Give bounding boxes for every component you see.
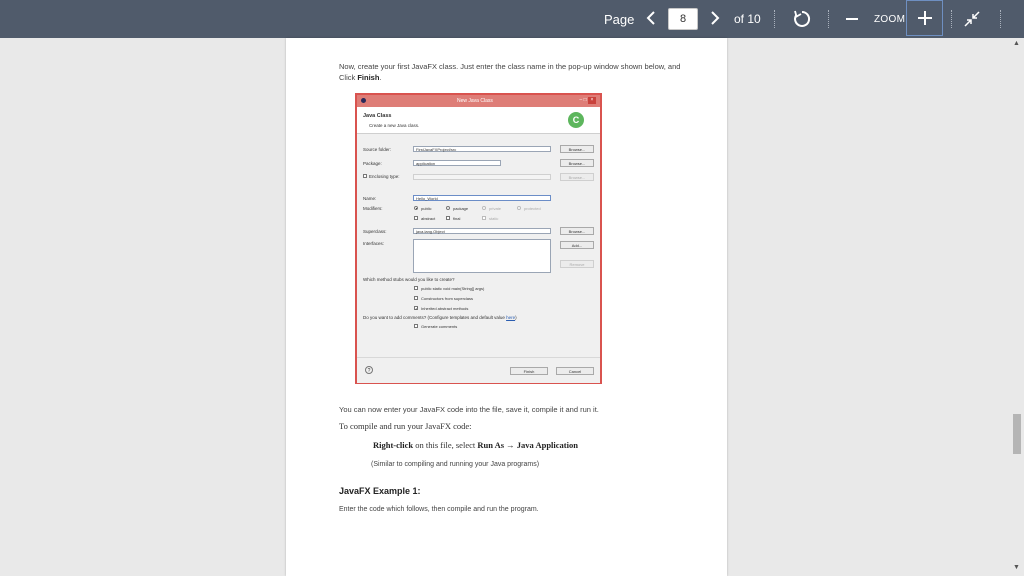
rotate-button[interactable] (792, 9, 812, 29)
public-label: public (421, 206, 432, 211)
minmax-icon: – □ (579, 97, 587, 103)
page-label: Page (604, 12, 635, 27)
superclass-field: java.lang.Object (413, 228, 551, 234)
new-class-icon: C (568, 112, 584, 128)
exit-fullscreen-button[interactable] (964, 11, 980, 27)
collapse-icon (964, 11, 980, 27)
instruction-mid: on this file, select (413, 440, 478, 450)
abstract-label: abstract (421, 216, 436, 221)
scrollbar-thumb[interactable] (1013, 414, 1021, 454)
intro-paragraph: Now, create your first JavaFX class. Jus… (339, 61, 684, 83)
window-controls: – □ × (579, 97, 596, 104)
private-label: private (489, 206, 502, 211)
interfaces-label: Interfaces: (363, 241, 385, 246)
close-icon: × (588, 97, 596, 104)
final-label: final (453, 216, 461, 221)
main-stub-checkbox (414, 286, 418, 290)
dialog-header-title: Java Class (363, 113, 392, 119)
next-page-button[interactable] (706, 8, 724, 30)
comments-question: Do you want to add comments? (Configure … (363, 315, 517, 320)
modifiers-label: Modifiers: (363, 206, 383, 211)
intro-text: Now, create your first JavaFX class. Jus… (339, 62, 681, 82)
help-icon: ? (365, 366, 373, 374)
toolbar-divider (828, 10, 829, 28)
plus-icon (918, 11, 932, 25)
static-label: static (489, 216, 499, 221)
comments-question-text: Do you want to add comments? (Configure … (363, 315, 507, 320)
viewer-toolbar: Page 8 of 10 ZOOM (0, 0, 1024, 38)
eclipse-logo-icon (361, 98, 366, 103)
generate-comments-checkbox (414, 324, 418, 328)
enclosing-type-checkbox (363, 174, 367, 178)
browse-source-button: Browse... (560, 145, 594, 153)
page-count-label: of 10 (734, 12, 761, 26)
remove-interface-button: Remove (560, 260, 594, 268)
page-number-input[interactable]: 8 (668, 8, 698, 30)
enclosing-type-label: Enclosing type: (369, 174, 400, 179)
dialog-title: New Java Class (457, 98, 493, 104)
main-stub-label: public static void main(String[] args) (421, 286, 485, 291)
dialog-header-subtitle: Create a new Java class. (369, 123, 420, 128)
toolbar-divider (951, 10, 952, 28)
rotate-icon (794, 10, 811, 27)
final-checkbox (446, 216, 450, 220)
scroll-up-arrow-icon[interactable]: ▲ (1013, 40, 1020, 47)
browse-package-button: Browse... (560, 159, 594, 167)
source-folder-field: FirstJavaFXProject/src (413, 146, 551, 152)
inherited-methods-label: Inherited abstract methods (421, 306, 469, 311)
compile-instructions: To compile and run your JavaFX code: (339, 421, 472, 431)
browse-enclosing-button: Browse... (560, 173, 594, 181)
generate-comments-label: Generate comments (421, 324, 458, 329)
package-radio (446, 206, 450, 210)
intro-bold: Finish (357, 73, 380, 82)
public-radio (414, 206, 418, 210)
intro-suffix: . (379, 73, 382, 82)
source-folder-label: Source folder: (363, 147, 392, 152)
scroll-down-arrow-icon[interactable]: ▼ (1013, 564, 1020, 571)
example-text: Enter the code which follows, then compi… (339, 506, 539, 513)
enclosing-type-field (413, 174, 551, 180)
package-field: application (413, 160, 501, 166)
new-java-class-dialog-image: New Java Class – □ × Java Class Create a… (355, 93, 602, 384)
private-radio (482, 206, 486, 210)
chevron-left-icon (646, 11, 655, 25)
zoom-in-button[interactable] (906, 0, 943, 36)
inherited-methods-checkbox: ✓ (414, 306, 419, 311)
similar-note: (Similar to compiling and running your J… (371, 461, 540, 468)
constructors-label: Constructors from superclass (421, 296, 474, 301)
dialog-header: Java Class Create a new Java class. C (357, 107, 600, 134)
add-interface-button: Add... (560, 241, 594, 249)
static-checkbox (482, 216, 486, 220)
after-dialog-paragraph: You can now enter your JavaFX code into … (339, 405, 599, 414)
dialog-titlebar: New Java Class – □ × (357, 95, 600, 107)
cancel-button: Cancel (556, 367, 594, 375)
protected-label: protected (524, 206, 541, 211)
example-heading: JavaFX Example 1: (339, 486, 421, 496)
protected-radio (517, 206, 521, 210)
scrollbar-track[interactable] (1010, 38, 1024, 576)
name-label: Name: (363, 196, 377, 201)
finish-button: Finish (510, 367, 548, 375)
zoom-label: ZOOM (874, 14, 906, 25)
name-field: Hello_World (413, 195, 551, 201)
dialog-footer: ? Finish Cancel (357, 357, 600, 383)
toolbar-divider (774, 10, 775, 28)
superclass-label: Superclass: (363, 229, 387, 234)
zoom-out-button[interactable] (846, 18, 858, 20)
stubs-question: Which method stubs would you like to cre… (363, 277, 455, 282)
previous-page-button[interactable] (642, 8, 660, 30)
abstract-checkbox (414, 216, 418, 220)
comments-close: ) (515, 315, 517, 320)
toolbar-divider (1000, 10, 1001, 28)
interfaces-list (413, 239, 551, 273)
constructors-checkbox (414, 296, 418, 300)
here-link: here (506, 315, 516, 320)
right-click-text: Right-click (373, 440, 414, 450)
package-modifier-label: package (453, 206, 469, 211)
chevron-right-icon (711, 11, 720, 25)
package-label: Package: (363, 161, 382, 166)
run-as-text: Run As → Java Application (477, 440, 578, 450)
browse-superclass-button: Browse... (560, 227, 594, 235)
run-instruction: Right-click on this file, select Run As … (373, 440, 713, 451)
